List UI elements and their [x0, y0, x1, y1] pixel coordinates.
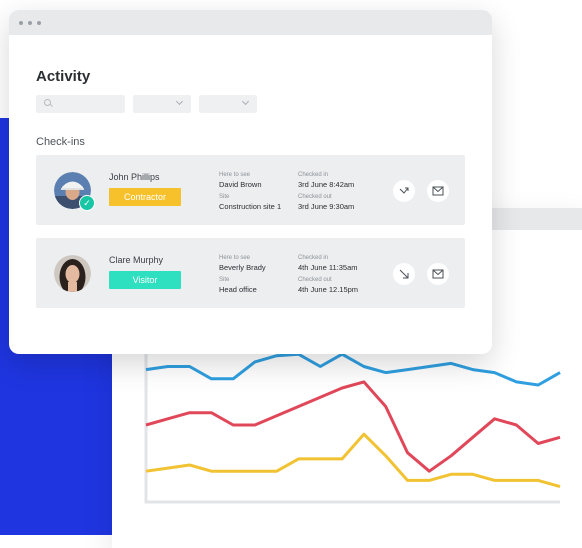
checked-in-label: Checked in [298, 255, 329, 261]
section-label-checkins: Check-ins [36, 136, 85, 148]
series-line-2 [145, 380, 561, 473]
type-badge: Contractor [109, 188, 181, 206]
site-label: Site [219, 194, 230, 200]
here-to-see-label: Here to see [219, 172, 251, 178]
mail-icon [432, 186, 444, 196]
checked-out-value: 4th June 12.15pm [298, 285, 359, 294]
here-to-see-value: David Brown [219, 180, 262, 189]
filter-select-2[interactable] [199, 95, 257, 113]
check-direction-button[interactable] [393, 263, 415, 285]
visitor-name: John Phillips [109, 172, 160, 182]
search-input[interactable] [36, 95, 125, 113]
filter-select-1[interactable] [133, 95, 191, 113]
here-to-see-value: Beverly Brady [219, 263, 266, 272]
arrow-up-right-icon [399, 187, 409, 194]
search-icon [44, 99, 51, 106]
arrow-down-right-icon [399, 269, 409, 279]
checked-out-label: Checked out [298, 277, 332, 283]
checked-out-label: Checked out [298, 194, 332, 200]
activity-window: Activity Check-ins ✓ John Phillips Contr… [9, 10, 492, 354]
checkin-row[interactable]: ✓ John Phillips Contractor Here to see D… [36, 155, 465, 225]
check-direction-button[interactable] [393, 180, 415, 202]
window-dot-icon[interactable] [19, 20, 23, 25]
avatar-photo [54, 255, 91, 292]
email-button[interactable] [427, 263, 449, 285]
page-title: Activity [36, 68, 91, 85]
type-badge: Visitor [109, 271, 181, 289]
email-button[interactable] [427, 180, 449, 202]
checked-in-value: 3rd June 8:42am [298, 180, 355, 189]
checked-in-label: Checked in [298, 172, 329, 178]
window-dot-icon[interactable] [37, 20, 41, 25]
window-titlebar [9, 10, 492, 35]
site-label: Site [219, 277, 230, 283]
avatar: ✓ [54, 172, 95, 211]
checked-in-value: 4th June 11:35am [298, 263, 358, 272]
site-value: Construction site 1 [219, 202, 282, 211]
site-value: Head office [219, 285, 257, 294]
verified-check-icon: ✓ [79, 195, 95, 211]
series-line-1 [145, 352, 561, 387]
chevron-down-icon [175, 97, 184, 106]
checked-out-value: 3rd June 9:30am [298, 202, 355, 211]
mail-icon [432, 269, 444, 279]
visitor-name: Clare Murphy [109, 255, 164, 265]
window-dot-icon[interactable] [28, 20, 32, 25]
checkin-row[interactable]: Clare Murphy Visitor Here to see Beverly… [36, 238, 465, 308]
series-line-3 [145, 432, 561, 489]
avatar [54, 255, 91, 292]
here-to-see-label: Here to see [219, 255, 251, 261]
chevron-down-icon [241, 97, 250, 106]
